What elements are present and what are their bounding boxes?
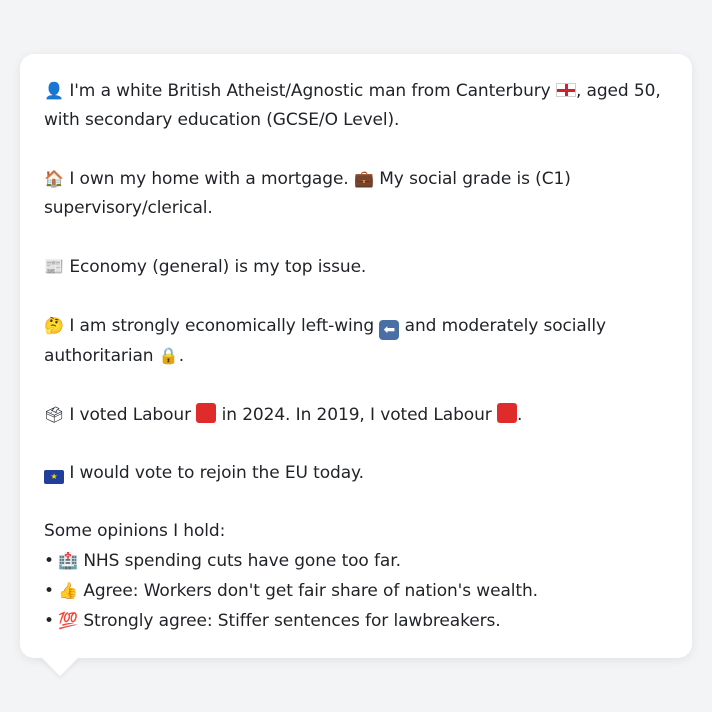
intro-paragraph: 👤 I'm a white British Atheist/Agnostic m… [44, 76, 668, 135]
opinion-item: • 🏥 NHS spending cuts have gone too far. [44, 546, 668, 576]
bust-in-silhouette-icon: 👤 [44, 81, 64, 100]
opinion-text: Agree: Workers don't get fair share of n… [83, 581, 538, 601]
bullet: • [44, 581, 54, 601]
intro-text-b: , aged 50, [575, 81, 661, 101]
red-square-icon [497, 403, 517, 423]
home-line-2: supervisory/clerical. [44, 198, 213, 218]
ideology-end: . [178, 346, 185, 366]
left-arrow-icon: ⬅ [379, 320, 400, 340]
intro-text-a: I'm a white British Atheist/Agnostic man… [69, 81, 551, 101]
ideology-paragraph: 🤔 I am strongly economically left-wing ⬅… [44, 311, 668, 371]
bullet: • [44, 551, 54, 571]
opinion-item: • 👍 Agree: Workers don't get fair share o… [44, 576, 668, 606]
thinking-face-icon: 🤔 [44, 316, 64, 335]
opinion-item: • 💯 Strongly agree: Stiffer sentences for… [44, 606, 668, 636]
votes-line: 🗳 I voted Labour in 2024. In 2019, I vot… [44, 400, 668, 430]
issue-text: Economy (general) is my top issue. [69, 257, 367, 277]
thumbs-up-icon: 👍 [58, 581, 78, 600]
red-square-icon [196, 403, 217, 423]
home-paragraph: 🏠 I own my home with a mortgage. 💼 My so… [44, 164, 668, 223]
opinion-text: Strongly agree: Stiffer sentences for la… [83, 611, 501, 631]
bubble-tail [40, 656, 80, 676]
eu-text: I would vote to rejoin the EU today. [69, 463, 364, 483]
ideology-text-b: and moderately socially [404, 316, 606, 336]
votes-text-a: I voted Labour [69, 405, 191, 425]
hundred-points-icon: 💯 [58, 611, 78, 630]
opinions-paragraph: Some opinions I hold: • 🏥 NHS spending cu… [44, 517, 668, 636]
home-text-b: My social grade is (C1) [379, 169, 571, 189]
lock-icon: 🔒 [158, 346, 179, 365]
newspaper-icon: 📰 [44, 257, 64, 276]
ideology-text-a: I am strongly economically left-wing [69, 316, 375, 336]
votes-paragraph: 🗳 I voted Labour in 2024. In 2019, I vot… [44, 400, 668, 430]
opinion-text: NHS spending cuts have gone too far. [83, 551, 401, 571]
message-bubble: 👤 I'm a white British Atheist/Agnostic m… [20, 54, 692, 658]
ballot-box-icon: 🗳 [44, 405, 65, 424]
eu-flag-icon: ★ [44, 470, 64, 484]
opinions-heading: Some opinions I hold: [44, 521, 226, 541]
issue-line: 📰 Economy (general) is my top issue. [44, 252, 668, 282]
briefcase-icon: 💼 [354, 169, 374, 188]
eu-line: ★ I would vote to rejoin the EU today. [44, 459, 668, 488]
votes-text-b: in 2024. In 2019, I voted Labour [221, 405, 492, 425]
ideology-text-c: authoritarian [44, 346, 154, 366]
home-text-a: I own my home with a mortgage. [69, 169, 349, 189]
ideology-line-1: 🤔 I am strongly economically left-wing ⬅… [44, 311, 668, 341]
eu-paragraph: ★ I would vote to rejoin the EU today. [44, 459, 668, 488]
england-flag-icon [555, 83, 576, 97]
intro-line-1: 👤 I'm a white British Atheist/Agnostic m… [44, 76, 668, 106]
votes-end: . [517, 405, 523, 425]
issue-paragraph: 📰 Economy (general) is my top issue. [44, 252, 668, 282]
ideology-line-2: authoritarian 🔒. [44, 341, 668, 371]
house-icon: 🏠 [44, 169, 64, 188]
bullet: • [44, 611, 54, 631]
intro-line-2: with secondary education (GCSE/O Level). [44, 110, 400, 130]
home-line-1: 🏠 I own my home with a mortgage. 💼 My so… [44, 164, 668, 194]
hospital-icon: 🏥 [58, 551, 78, 570]
